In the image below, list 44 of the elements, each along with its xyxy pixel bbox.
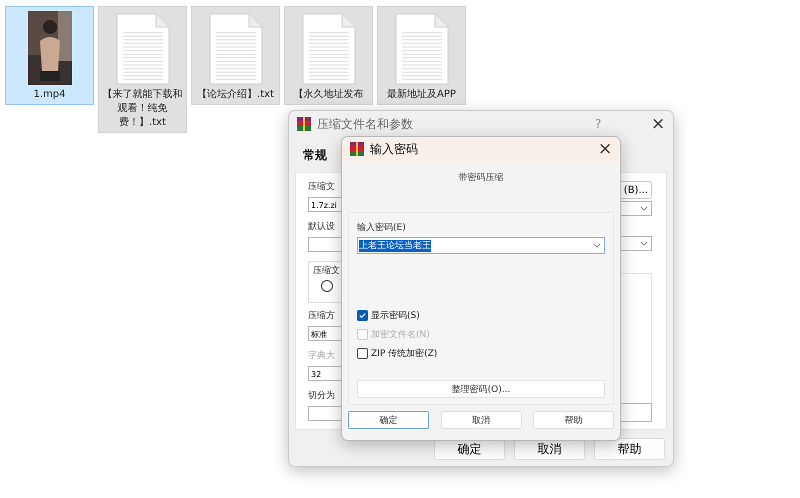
- dialog-button[interactable]: 帮助: [533, 411, 614, 429]
- dialog-button[interactable]: 取消: [440, 411, 522, 429]
- field-label: 压缩方: [308, 310, 335, 322]
- field-label: 字典大: [308, 350, 335, 362]
- file-tile[interactable]: 最新地址及APP: [377, 6, 466, 105]
- radio-button[interactable]: [321, 280, 333, 292]
- chevron-down-icon: [640, 206, 648, 211]
- dialog-button[interactable]: 确定: [348, 411, 429, 429]
- chevron-down-icon: [593, 243, 601, 248]
- file-tile[interactable]: 【论坛介绍】.txt: [191, 6, 280, 105]
- checkbox-label: 加密文件名(N): [371, 328, 430, 341]
- dialog-subtitle: 带密码压缩: [458, 172, 504, 184]
- close-button[interactable]: ×: [598, 139, 612, 159]
- tab[interactable]: 常规: [301, 143, 329, 168]
- file-name: 【来了就能下载和观看！纯免费！】.txt: [102, 88, 184, 130]
- window-title: 压缩文件名和参数: [317, 116, 414, 132]
- organize-passwords-button[interactable]: 整理密码(O)...: [357, 380, 605, 398]
- field-label: 输入密码(E): [357, 222, 407, 234]
- app-icon: [350, 142, 364, 156]
- app-icon: [297, 117, 311, 131]
- text-file-icon: [116, 13, 170, 85]
- field-label: 切分为: [308, 390, 335, 402]
- file-tile[interactable]: 1.mp4: [5, 6, 94, 105]
- group-label: 压缩文: [313, 265, 341, 277]
- file-name: 【永久地址发布: [294, 88, 364, 102]
- dialog-button[interactable]: 帮助: [594, 438, 665, 460]
- text-file-icon: [394, 13, 448, 85]
- checkbox-label: ZIP 传统加密(Z): [371, 348, 438, 360]
- text-file-icon: [208, 13, 262, 85]
- file-name: 最新地址及APP: [387, 88, 456, 102]
- checkbox[interactable]: [357, 348, 368, 359]
- close-button[interactable]: ×: [651, 114, 665, 134]
- field-label: 默认设: [308, 221, 335, 233]
- file-name: 【论坛介绍】.txt: [197, 88, 274, 102]
- window-title: 输入密码: [370, 140, 419, 158]
- chevron-down-icon: [640, 241, 648, 246]
- checkbox[interactable]: [357, 310, 368, 321]
- checkbox-label: 显示密码(S): [371, 310, 420, 322]
- file-tile[interactable]: 【永久地址发布: [284, 6, 373, 105]
- file-name: 1.mp4: [34, 88, 66, 102]
- password-field[interactable]: 上老王论坛当老王: [357, 237, 605, 254]
- text-file-icon: [302, 13, 356, 85]
- file-tile[interactable]: 【来了就能下载和观看！纯免费！】.txt: [98, 6, 187, 133]
- field-label: 压缩文: [308, 181, 335, 193]
